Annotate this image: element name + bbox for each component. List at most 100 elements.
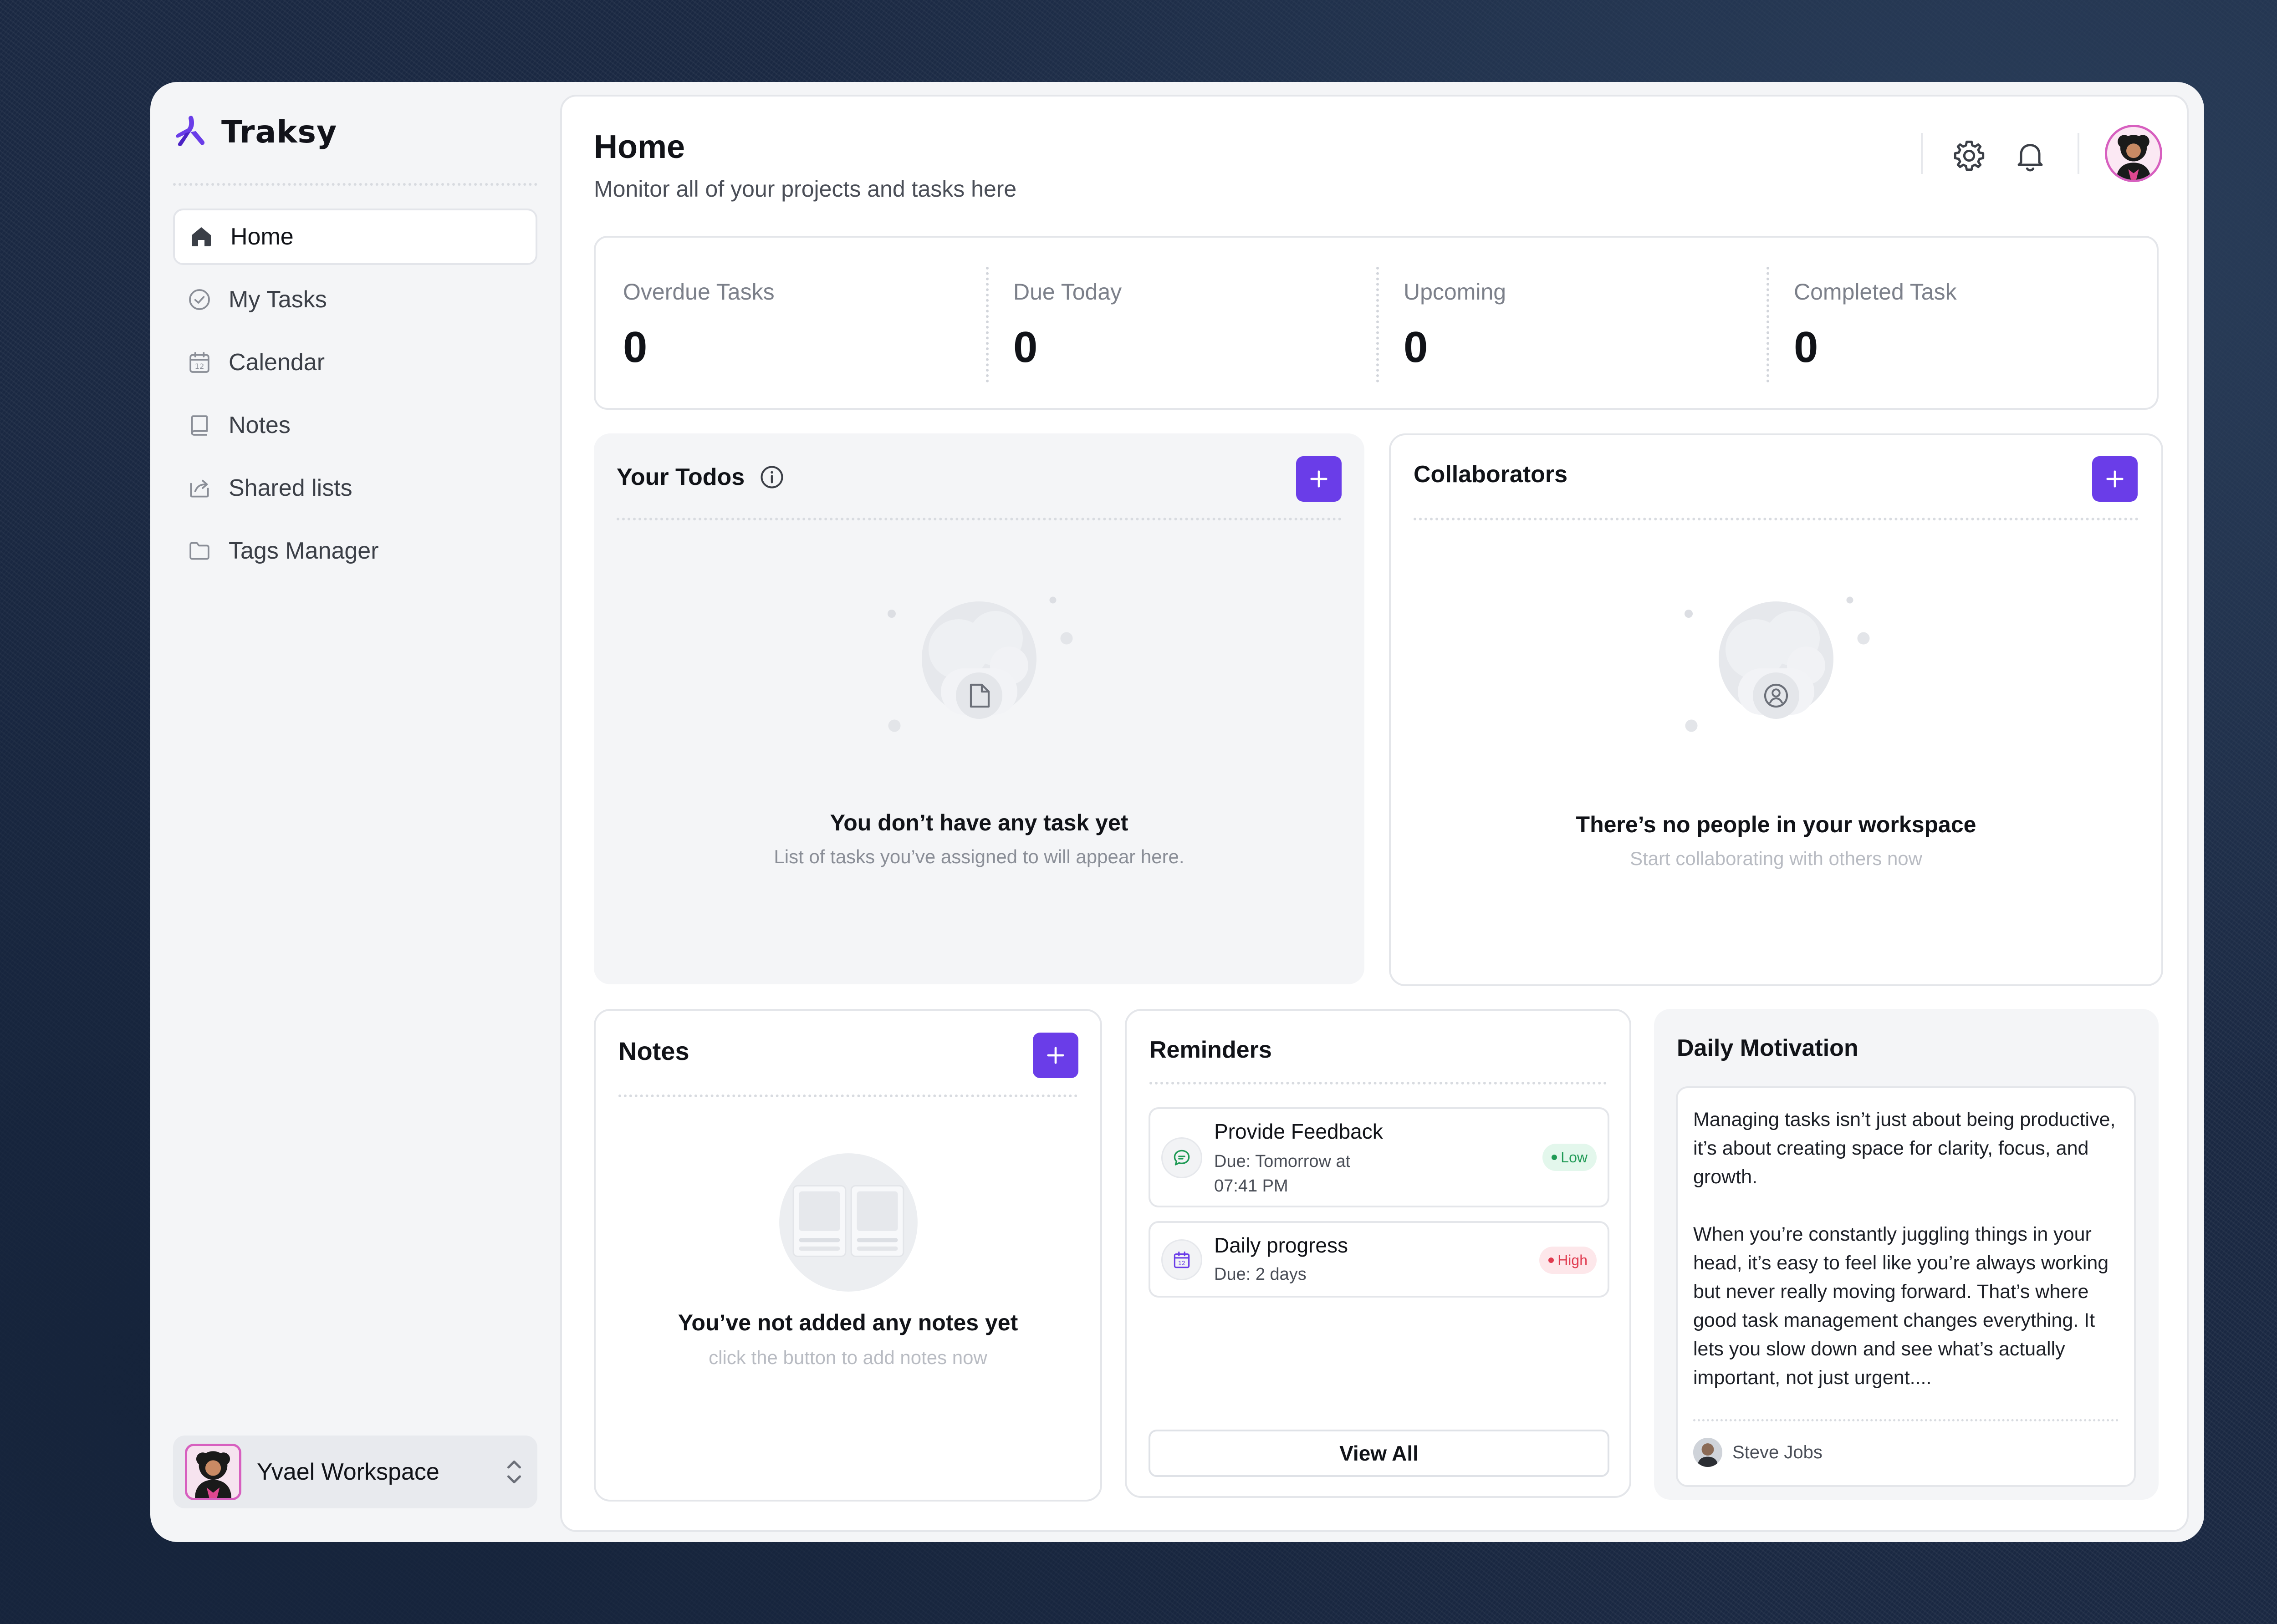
collaborators-card: Collaborators There’s no people in your …: [1389, 433, 2163, 986]
todos-empty-title: You don’t have any task yet: [830, 810, 1128, 835]
todos-title: Your Todos: [617, 463, 786, 491]
user-avatar[interactable]: [2105, 125, 2162, 182]
home-icon: [192, 227, 211, 246]
bell-icon: [2017, 144, 2043, 172]
sidebar-item-label: Notes: [229, 412, 291, 438]
motivation-card: Daily Motivation Managing tasks isn’t ju…: [1654, 1009, 2159, 1500]
reminders-card: Reminders Provide Feedback Due: Tomorrow…: [1125, 1009, 1631, 1498]
add-collaborator-button[interactable]: [2092, 456, 2138, 502]
collaborators-empty-subtitle: Start collaborating with others now: [1630, 848, 1922, 869]
reminder-item[interactable]: Provide Feedback Due: Tomorrow at 07:41 …: [1149, 1107, 1609, 1207]
settings-button[interactable]: [1951, 137, 1987, 174]
book-icon: [191, 415, 208, 436]
todos-card: Your Todos You don’t have any task yet L…: [594, 433, 1364, 984]
sidebar-item-label: My Tasks: [229, 286, 327, 313]
sidebar-item-label: Shared lists: [229, 475, 352, 501]
priority-badge: Low: [1542, 1144, 1597, 1171]
stat-value: 0: [623, 323, 648, 372]
sidebar-divider: [173, 183, 537, 186]
reminders-title: Reminders: [1149, 1036, 1272, 1064]
stat-due-today: Due Today 0: [986, 238, 1376, 408]
reminder-item[interactable]: 12 Daily progress Due: 2 days High: [1149, 1221, 1609, 1298]
collaborators-title-text: Collaborators: [1414, 461, 1568, 488]
priority-label: Low: [1561, 1149, 1588, 1166]
todos-empty-subtitle: List of tasks you’ve assigned to will ap…: [774, 846, 1184, 867]
notes-card: Notes You’ve not added any notes yet cli…: [594, 1009, 1102, 1502]
workspace-avatar: [185, 1444, 241, 1500]
collaborators-title: Collaborators: [1414, 461, 1567, 488]
todos-title-text: Your Todos: [617, 464, 745, 490]
stat-overdue: Overdue Tasks 0: [596, 238, 986, 408]
svg-text:12: 12: [195, 362, 204, 371]
empty-notes-illustration-icon: [779, 1153, 918, 1292]
empty-people-illustration-icon: [1685, 596, 1870, 732]
person-avatar-icon: [1693, 1438, 1722, 1467]
workspace-switcher[interactable]: Yvael Workspace: [173, 1436, 537, 1508]
sidebar: Traksy Home My Tasks 12 Calendar Notes S…: [150, 82, 560, 1542]
workspace-name: Yvael Workspace: [257, 1459, 439, 1485]
priority-badge: High: [1539, 1247, 1597, 1274]
svg-text:12: 12: [1178, 1260, 1185, 1267]
plus-icon: [1310, 470, 1327, 488]
motivation-title-text: Daily Motivation: [1677, 1035, 1858, 1061]
priority-dot: [1552, 1155, 1557, 1160]
chevron-up-down-icon: [507, 1461, 521, 1483]
author-avatar: [1693, 1438, 1722, 1467]
reminder-due: Due: 2 days: [1214, 1265, 1307, 1284]
app-logo[interactable]: Traksy: [173, 114, 337, 150]
stat-label: Upcoming: [1404, 279, 1506, 305]
sidebar-item-label: Tags Manager: [229, 538, 379, 564]
share-icon: [190, 479, 209, 498]
stats-card: Overdue Tasks 0 Due Today 0 Upcoming 0 C…: [594, 236, 2159, 410]
app-window: Traksy Home My Tasks 12 Calendar Notes S…: [150, 82, 2204, 1542]
sidebar-item-home[interactable]: Home: [173, 209, 537, 265]
add-todo-button[interactable]: [1296, 456, 1342, 502]
sidebar-item-calendar[interactable]: 12 Calendar: [173, 334, 537, 391]
card-divider: [618, 1095, 1077, 1097]
stat-value: 0: [1794, 323, 1818, 372]
check-circle-icon: [189, 289, 210, 310]
sidebar-item-shared-lists[interactable]: Shared lists: [173, 460, 537, 516]
sidebar-item-tags-manager[interactable]: Tags Manager: [173, 523, 537, 579]
page-title: Home: [594, 129, 685, 165]
reminder-due: Due: Tomorrow at: [1214, 1152, 1351, 1171]
notes-title-text: Notes: [618, 1037, 689, 1065]
quote-divider: [1693, 1419, 2119, 1421]
author-name: Steve Jobs: [1732, 1442, 1823, 1462]
stat-value: 0: [1404, 323, 1428, 372]
motivation-title: Daily Motivation: [1677, 1034, 1858, 1062]
card-divider: [1414, 518, 2139, 520]
quote-text: Managing tasks isn’t just about being pr…: [1693, 1109, 2116, 1389]
app-name: Traksy: [221, 114, 337, 150]
person-avatar-icon: [187, 1446, 239, 1498]
info-icon[interactable]: [758, 463, 786, 491]
priority-dot: [1548, 1257, 1554, 1263]
notifications-button[interactable]: [2012, 137, 2048, 174]
stat-label: Completed Task: [1794, 279, 1957, 305]
quote-box: Managing tasks isn’t just about being pr…: [1676, 1086, 2136, 1487]
plus-icon: [1047, 1047, 1064, 1064]
reminders-title-text: Reminders: [1149, 1037, 1272, 1063]
notes-title: Notes: [618, 1036, 689, 1066]
sidebar-nav: Home My Tasks 12 Calendar Notes Shared l…: [173, 209, 537, 585]
stat-upcoming: Upcoming 0: [1376, 238, 1766, 408]
collaborators-empty-title: There’s no people in your workspace: [1576, 812, 1976, 837]
header-divider: [2078, 133, 2079, 174]
calendar-icon: 12: [1174, 1251, 1190, 1268]
card-divider: [1149, 1082, 1607, 1084]
chat-icon: [1174, 1150, 1190, 1166]
reminder-title: Provide Feedback: [1214, 1120, 1383, 1143]
sidebar-item-my-tasks[interactable]: My Tasks: [173, 271, 537, 328]
page-subtitle: Monitor all of your projects and tasks h…: [594, 176, 1017, 202]
sidebar-item-notes[interactable]: Notes: [173, 397, 537, 453]
quote-author: Steve Jobs: [1693, 1438, 1823, 1467]
calendar-icon: 12: [189, 352, 209, 373]
main-panel: Home Monitor all of your projects and ta…: [560, 95, 2189, 1532]
add-note-button[interactable]: [1033, 1033, 1078, 1078]
reminder-due-time: 07:41 PM: [1214, 1176, 1288, 1196]
empty-document-illustration-icon: [888, 596, 1073, 732]
view-all-button[interactable]: View All: [1149, 1430, 1609, 1477]
reminder-title: Daily progress: [1214, 1233, 1348, 1257]
priority-label: High: [1557, 1252, 1588, 1268]
stat-completed: Completed Task 0: [1766, 238, 2157, 408]
